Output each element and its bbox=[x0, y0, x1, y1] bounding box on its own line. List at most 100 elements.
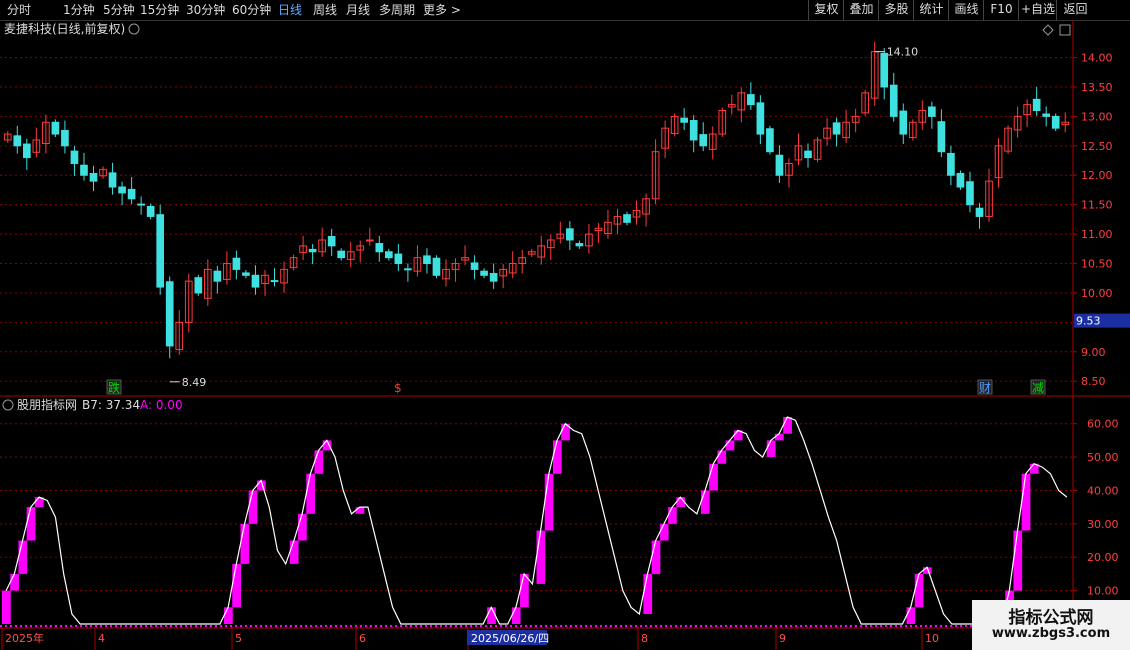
indicator-tick-label: 50.00 bbox=[1087, 451, 1119, 464]
candle-body bbox=[70, 150, 79, 164]
indicator-bar bbox=[232, 563, 241, 608]
x-axis-label: 2025年 bbox=[5, 631, 44, 645]
indicator-tick-label: 60.00 bbox=[1087, 418, 1119, 431]
x-axis-label: 2025/06/26/四 bbox=[471, 632, 549, 645]
indicator-series bbox=[0, 416, 1073, 627]
event-marker: 减 bbox=[1032, 381, 1044, 395]
candle-body bbox=[375, 243, 384, 253]
indicator-bar bbox=[536, 530, 546, 584]
candle-body bbox=[165, 281, 174, 347]
candle-body bbox=[423, 255, 431, 265]
candle-body bbox=[1042, 113, 1051, 117]
indicator-bar bbox=[906, 607, 916, 624]
candle-body bbox=[899, 110, 908, 135]
price-tick-label: 10.00 bbox=[1081, 287, 1113, 300]
indicator-bar bbox=[651, 540, 661, 574]
candle-body bbox=[146, 205, 155, 217]
x-axis-label: 5 bbox=[235, 632, 242, 645]
indicator-bar bbox=[668, 507, 677, 524]
candle-body bbox=[623, 214, 631, 223]
price-tick-label: 11.00 bbox=[1081, 228, 1113, 241]
candle-body bbox=[194, 277, 203, 294]
candle-body bbox=[61, 130, 69, 147]
indicator-bar bbox=[355, 507, 365, 514]
indicator-bar bbox=[717, 450, 727, 464]
indicator-bar bbox=[544, 473, 554, 531]
price-tick-label: 9.00 bbox=[1081, 346, 1106, 359]
candle-body bbox=[108, 172, 117, 188]
price-tick-label: 11.50 bbox=[1081, 199, 1113, 212]
indicator-tick-label: 10.00 bbox=[1087, 585, 1119, 598]
candle-body bbox=[232, 257, 241, 270]
candle-body bbox=[89, 172, 98, 182]
price-tick-label: 12.00 bbox=[1081, 169, 1113, 182]
indicator-tick-label: 20.00 bbox=[1087, 551, 1119, 564]
candle-body bbox=[270, 280, 279, 283]
x-axis-label: 4 bbox=[98, 632, 105, 645]
candle-body bbox=[13, 135, 22, 147]
watermark-title: 指标公式网 bbox=[1008, 608, 1094, 628]
candle-body bbox=[804, 150, 812, 159]
candle-body bbox=[51, 121, 60, 135]
indicator-tick-label: 30.00 bbox=[1087, 518, 1119, 531]
candle-body bbox=[689, 120, 698, 141]
indicator-bar bbox=[659, 523, 669, 541]
price-tick-label: 10.50 bbox=[1081, 258, 1113, 271]
indicator-bar bbox=[10, 573, 19, 591]
price-tick-label: 14.00 bbox=[1081, 52, 1113, 65]
candle-body bbox=[365, 239, 374, 242]
candle-body bbox=[432, 257, 441, 276]
candle-body bbox=[489, 273, 498, 282]
candle-body bbox=[832, 122, 841, 135]
candle-body bbox=[756, 102, 765, 135]
candle-body bbox=[775, 154, 784, 176]
indicator-bar bbox=[725, 440, 735, 451]
candle-body bbox=[1051, 115, 1060, 129]
indicator-bar bbox=[487, 607, 496, 624]
x-axis-label: 9 bbox=[779, 632, 786, 645]
candle-body bbox=[956, 172, 965, 188]
title-dropdown-icon bbox=[128, 23, 140, 35]
candle-body bbox=[337, 250, 346, 259]
indicator-bar bbox=[700, 490, 710, 514]
candle-body bbox=[928, 106, 936, 117]
candle-body bbox=[575, 243, 584, 247]
indicator-bar bbox=[26, 507, 36, 541]
candle-body bbox=[680, 117, 688, 123]
indicator-name: 股朋指标网 bbox=[17, 397, 77, 412]
candle-body bbox=[80, 164, 88, 176]
low-label: 8.49 bbox=[182, 376, 207, 389]
a-value-label: A: 0.00 bbox=[140, 398, 183, 412]
indicator-bar bbox=[552, 440, 562, 474]
candle-body bbox=[966, 181, 974, 206]
indicator-line bbox=[5, 416, 1068, 625]
candle-body bbox=[242, 272, 250, 276]
candle-body bbox=[889, 84, 898, 117]
b7-value-label: B7: 37.34 bbox=[82, 398, 140, 412]
indicator-bar bbox=[306, 473, 315, 514]
current-price-label: 9.53 bbox=[1076, 315, 1101, 328]
indicator-bar bbox=[18, 540, 28, 574]
indicator-bar bbox=[643, 573, 653, 614]
candle-body bbox=[251, 274, 260, 288]
indicator-bar bbox=[289, 540, 299, 564]
candle-body bbox=[308, 248, 317, 253]
indicator-bar bbox=[676, 497, 686, 508]
indicator-bar bbox=[1021, 473, 1031, 531]
price-tick-label: 13.50 bbox=[1081, 81, 1113, 94]
price-tick-label: 12.50 bbox=[1081, 140, 1113, 153]
high-label: 14.10 bbox=[887, 46, 919, 59]
candle-body bbox=[127, 188, 136, 200]
candlestick-series bbox=[3, 41, 1070, 359]
candle-body bbox=[394, 253, 403, 265]
candle-body bbox=[213, 270, 222, 282]
indicator-bar bbox=[1013, 530, 1023, 591]
price-panel-title: 麦捷科技(日线,前复权) bbox=[4, 21, 125, 36]
indicator-bar bbox=[224, 607, 233, 624]
candle-body bbox=[404, 268, 412, 271]
indicator-bar bbox=[2, 590, 11, 624]
x-axis-label: 8 bbox=[641, 632, 648, 645]
candle-body bbox=[480, 270, 488, 276]
candle-body bbox=[1032, 98, 1041, 112]
indicator-bar bbox=[248, 490, 258, 524]
